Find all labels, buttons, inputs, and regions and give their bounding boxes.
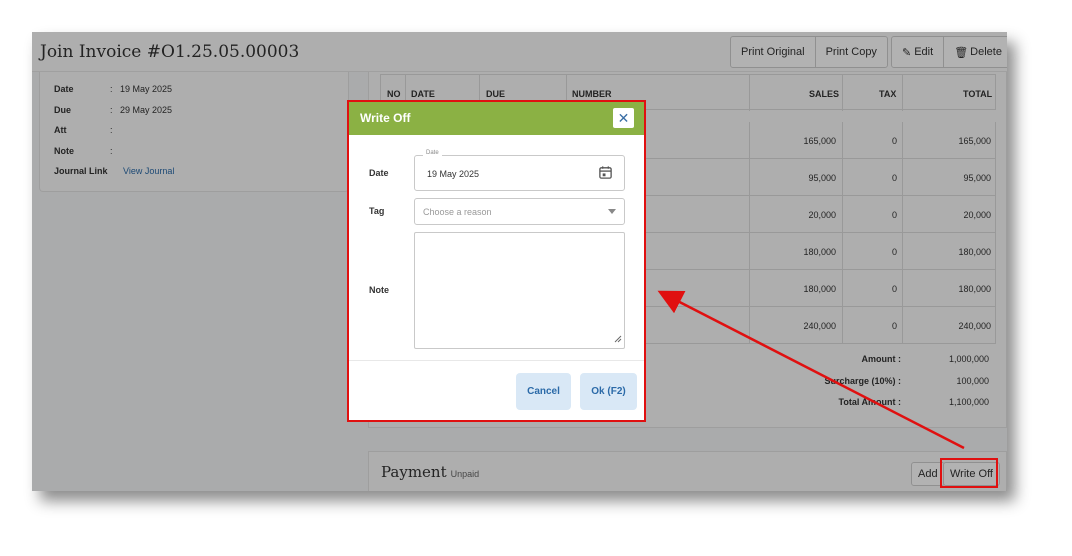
annotation-arrow <box>657 290 965 450</box>
app-window: Join Invoice #O1.25.05.00003 Print Origi… <box>32 32 1007 491</box>
